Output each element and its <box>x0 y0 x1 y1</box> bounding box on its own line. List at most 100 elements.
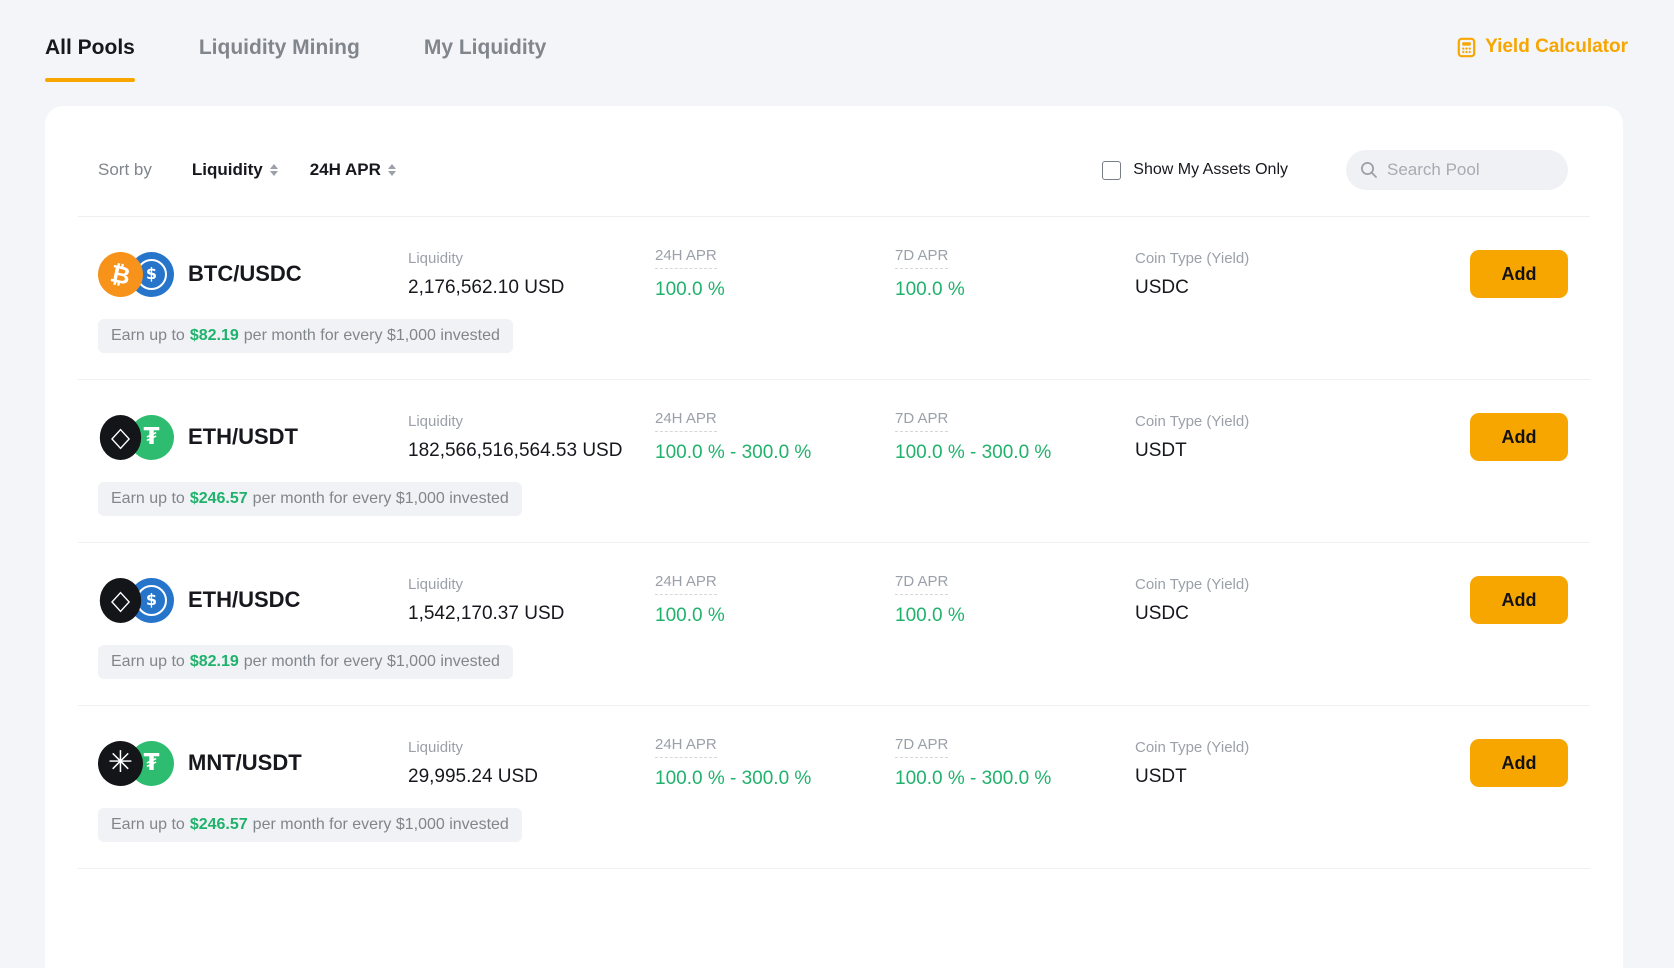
add-liquidity-button[interactable]: Add <box>1470 413 1568 461</box>
apr-7d-column-label[interactable]: 7D APR <box>895 247 948 269</box>
apr-24h-value: 100.0 % - 300.0 % <box>655 442 895 464</box>
pool-pair-name: BTC/USDC <box>188 261 302 287</box>
coin-type-value: USDT <box>1135 440 1368 462</box>
earn-suffix: per month for every $1,000 invested <box>244 653 500 671</box>
coin-type-value: USDC <box>1135 603 1368 625</box>
earn-estimate-badge: Earn up to $246.57 per month for every $… <box>98 482 522 516</box>
eth-coin-icon: ◇ <box>100 415 141 460</box>
earn-amount: $82.19 <box>190 327 239 345</box>
earn-prefix: Earn up to <box>111 327 185 345</box>
apr-24h-cell: 24H APR 100.0 % - 300.0 % <box>655 410 895 464</box>
sort-by-24h-apr-button[interactable]: 24H APR <box>310 160 396 180</box>
yield-calculator-link[interactable]: Yield Calculator <box>1456 36 1628 58</box>
apr-7d-value: 100.0 % - 300.0 % <box>895 768 1135 790</box>
coin-type-column-label: Coin Type (Yield) <box>1135 413 1368 430</box>
apr-7d-column-label[interactable]: 7D APR <box>895 573 948 595</box>
pool-row: ◇ $ ETH/USDC Liquidity 1,542,170.37 USD … <box>45 543 1623 705</box>
apr-7d-cell: 7D APR 100.0 % <box>895 573 1135 627</box>
apr-7d-cell: 7D APR 100.0 % <box>895 247 1135 301</box>
liquidity-column-label: Liquidity <box>408 739 655 756</box>
apr-24h-cell: 24H APR 100.0 % <box>655 247 895 301</box>
earn-estimate-badge: Earn up to $246.57 per month for every $… <box>98 808 522 842</box>
pools-toolbar: Sort by Liquidity 24H APR Show My Assets… <box>45 106 1623 216</box>
tab-my-liquidity[interactable]: My Liquidity <box>424 34 547 82</box>
pool-row: ◇ ₮ ETH/USDT Liquidity 182,566,516,564.5… <box>45 380 1623 542</box>
earn-amount: $246.57 <box>190 816 248 834</box>
apr-7d-column-label[interactable]: 7D APR <box>895 410 948 432</box>
apr-24h-cell: 24H APR 100.0 % <box>655 573 895 627</box>
liquidity-cell: Liquidity 1,542,170.37 USD <box>408 576 655 625</box>
show-my-assets-checkbox[interactable] <box>1102 161 1121 180</box>
add-liquidity-button[interactable]: Add <box>1470 739 1568 787</box>
search-pool-box[interactable] <box>1346 150 1568 190</box>
tab-label: Liquidity Mining <box>199 34 360 62</box>
apr-7d-value: 100.0 % - 300.0 % <box>895 442 1135 464</box>
liquidity-value: 2,176,562.10 USD <box>408 277 655 299</box>
earn-estimate-badge: Earn up to $82.19 per month for every $1… <box>98 645 513 679</box>
sort-arrows-icon <box>270 164 278 176</box>
apr-7d-column-label[interactable]: 7D APR <box>895 736 948 758</box>
earn-suffix: per month for every $1,000 invested <box>253 490 509 508</box>
search-icon <box>1360 161 1378 179</box>
pool-pair-name: MNT/USDT <box>188 750 302 776</box>
pool-pair-name: ETH/USDT <box>188 424 298 450</box>
coin-type-value: USDC <box>1135 277 1368 299</box>
coin-type-column-label: Coin Type (Yield) <box>1135 576 1368 593</box>
liquidity-column-label: Liquidity <box>408 413 655 430</box>
apr-24h-value: 100.0 % <box>655 605 895 627</box>
liquidity-value: 182,566,516,564.53 USD <box>408 440 655 462</box>
pool-list: ₿ $ BTC/USDC Liquidity 2,176,562.10 USD … <box>45 217 1623 869</box>
tab-all-pools[interactable]: All Pools <box>45 34 135 82</box>
earn-suffix: per month for every $1,000 invested <box>244 327 500 345</box>
pools-tab-bar: All Pools Liquidity Mining My Liquidity … <box>0 0 1674 82</box>
liquidity-cell: Liquidity 182,566,516,564.53 USD <box>408 413 655 462</box>
calculator-icon <box>1456 37 1477 58</box>
pool-row: ✳ ₮ MNT/USDT Liquidity 29,995.24 USD 24H… <box>45 706 1623 868</box>
apr-7d-value: 100.0 % <box>895 279 1135 301</box>
divider <box>78 868 1590 869</box>
yield-calculator-label: Yield Calculator <box>1485 36 1628 58</box>
tab-label: All Pools <box>45 34 135 62</box>
apr-7d-cell: 7D APR 100.0 % - 300.0 % <box>895 736 1135 790</box>
add-liquidity-button[interactable]: Add <box>1470 250 1568 298</box>
earn-suffix: per month for every $1,000 invested <box>253 816 509 834</box>
apr-7d-value: 100.0 % <box>895 605 1135 627</box>
coin-type-cell: Coin Type (Yield) USDC <box>1135 576 1368 625</box>
liquidity-column-label: Liquidity <box>408 576 655 593</box>
sort-by-label: Sort by <box>98 160 152 180</box>
pool-pair: ₿ $ BTC/USDC <box>98 252 408 297</box>
pool-pair: ✳ ₮ MNT/USDT <box>98 741 408 786</box>
earn-amount: $82.19 <box>190 653 239 671</box>
liquidity-cell: Liquidity 29,995.24 USD <box>408 739 655 788</box>
earn-prefix: Earn up to <box>111 490 185 508</box>
search-pool-input[interactable] <box>1387 160 1554 180</box>
apr-24h-column-label[interactable]: 24H APR <box>655 410 717 432</box>
pool-pair: ◇ ₮ ETH/USDT <box>98 415 408 460</box>
liquidity-column-label: Liquidity <box>408 250 655 267</box>
apr-24h-column-label[interactable]: 24H APR <box>655 573 717 595</box>
apr-24h-value: 100.0 % <box>655 279 895 301</box>
liquidity-cell: Liquidity 2,176,562.10 USD <box>408 250 655 299</box>
earn-prefix: Earn up to <box>111 653 185 671</box>
apr-7d-cell: 7D APR 100.0 % - 300.0 % <box>895 410 1135 464</box>
earn-amount: $246.57 <box>190 490 248 508</box>
coin-type-column-label: Coin Type (Yield) <box>1135 739 1368 756</box>
add-liquidity-button[interactable]: Add <box>1470 576 1568 624</box>
coin-type-cell: Coin Type (Yield) USDC <box>1135 250 1368 299</box>
coin-type-value: USDT <box>1135 766 1368 788</box>
tab-label: My Liquidity <box>424 34 547 62</box>
pool-pair: ◇ $ ETH/USDC <box>98 578 408 623</box>
eth-coin-icon: ◇ <box>100 578 141 623</box>
earn-prefix: Earn up to <box>111 816 185 834</box>
coin-type-cell: Coin Type (Yield) USDT <box>1135 413 1368 462</box>
sort-by-liquidity-button[interactable]: Liquidity <box>192 160 278 180</box>
coin-type-cell: Coin Type (Yield) USDT <box>1135 739 1368 788</box>
show-my-assets-toggle[interactable]: Show My Assets Only <box>1102 161 1288 180</box>
liquidity-value: 1,542,170.37 USD <box>408 603 655 625</box>
sort-arrows-icon <box>388 164 396 176</box>
liquidity-value: 29,995.24 USD <box>408 766 655 788</box>
apr-24h-column-label[interactable]: 24H APR <box>655 736 717 758</box>
tab-liquidity-mining[interactable]: Liquidity Mining <box>199 34 360 82</box>
apr-24h-value: 100.0 % - 300.0 % <box>655 768 895 790</box>
apr-24h-column-label[interactable]: 24H APR <box>655 247 717 269</box>
